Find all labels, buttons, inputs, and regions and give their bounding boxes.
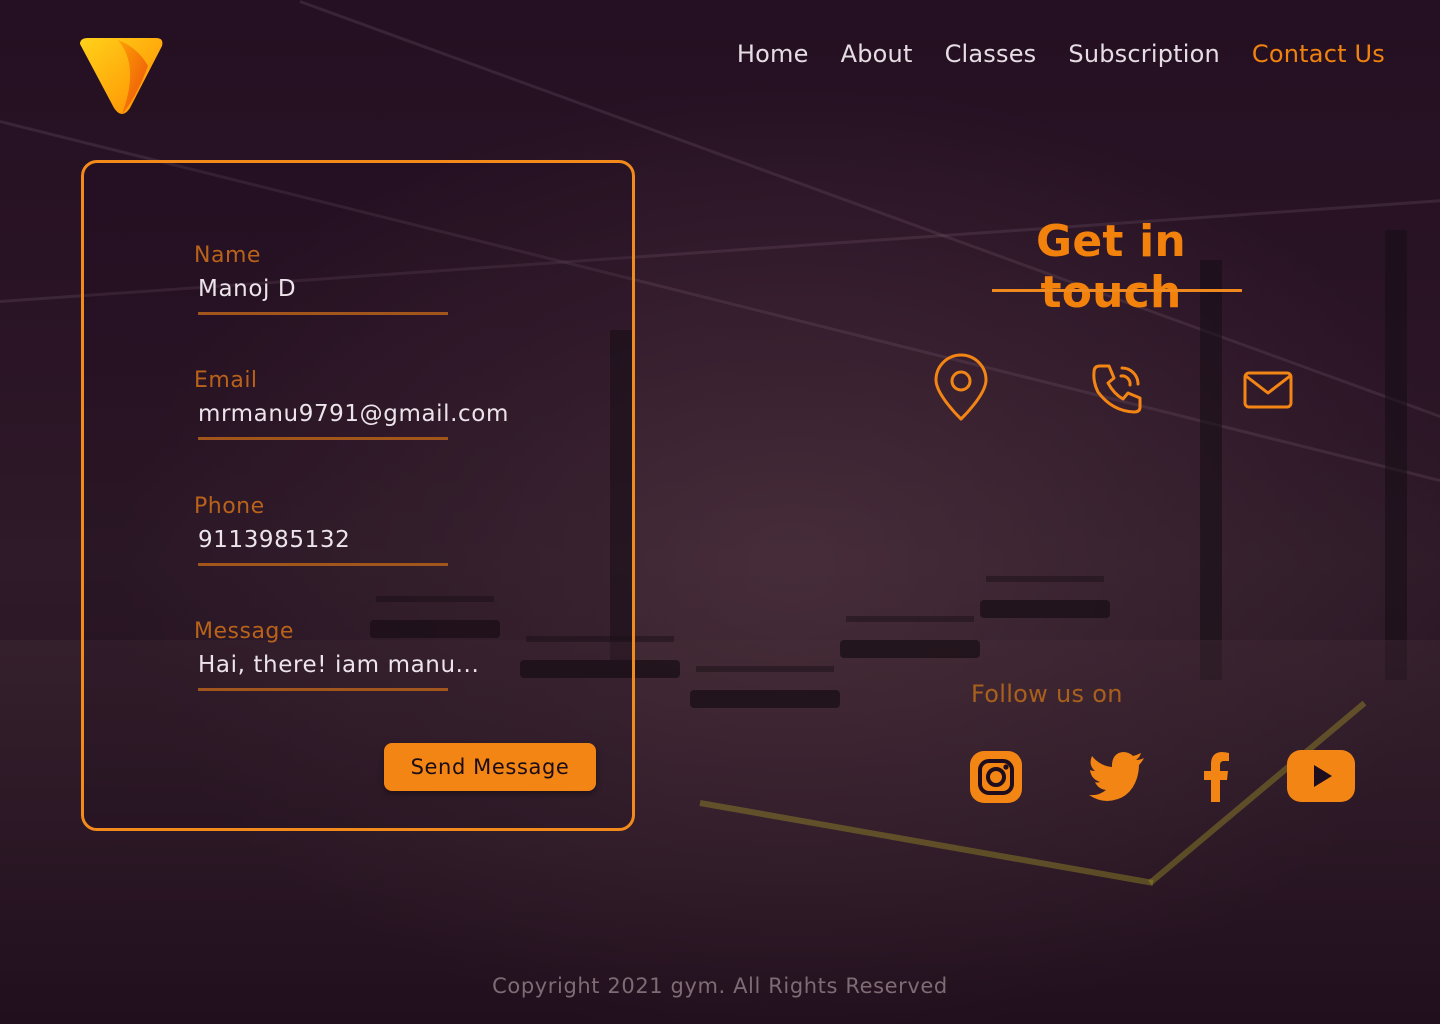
facebook-icon[interactable] bbox=[1202, 752, 1230, 802]
name-field: Name Manoj D bbox=[194, 243, 554, 315]
follow-us-heading: Follow us on bbox=[971, 680, 1123, 708]
message-field: Message Hai, there! iam manu... bbox=[194, 619, 554, 691]
phone-field: Phone 9113985132 bbox=[194, 494, 554, 566]
nav-contact-us[interactable]: Contact Us bbox=[1252, 40, 1385, 68]
message-underline bbox=[198, 688, 448, 691]
name-input[interactable]: Manoj D bbox=[198, 276, 554, 302]
copyright-text: Copyright 2021 gym. All Rights Reserved bbox=[492, 974, 948, 998]
get-in-touch-title: Get in touch bbox=[1036, 216, 1186, 318]
email-underline bbox=[198, 437, 448, 440]
email-label: Email bbox=[194, 368, 258, 393]
mail-icon[interactable] bbox=[1242, 369, 1294, 411]
nav-about[interactable]: About bbox=[841, 40, 913, 68]
get-in-touch-underline bbox=[992, 289, 1242, 292]
message-input[interactable]: Hai, there! iam manu... bbox=[198, 652, 554, 678]
name-label: Name bbox=[194, 243, 261, 268]
instagram-icon[interactable] bbox=[968, 749, 1024, 805]
nav-classes[interactable]: Classes bbox=[945, 40, 1037, 68]
message-label: Message bbox=[194, 619, 294, 644]
name-underline bbox=[198, 312, 448, 315]
main-nav: Home About Classes Subscription Contact … bbox=[737, 40, 1385, 68]
brand-logo-icon[interactable] bbox=[78, 36, 166, 116]
nav-home[interactable]: Home bbox=[737, 40, 809, 68]
youtube-icon[interactable] bbox=[1286, 749, 1356, 803]
phone-icon[interactable] bbox=[1090, 362, 1144, 416]
contact-form-card: Name Manoj D Email mrmanu9791@gmail.com … bbox=[81, 160, 635, 831]
phone-input[interactable]: 9113985132 bbox=[198, 527, 554, 553]
email-field: Email mrmanu9791@gmail.com bbox=[194, 368, 554, 440]
phone-underline bbox=[198, 563, 448, 566]
send-message-button[interactable]: Send Message bbox=[384, 743, 596, 791]
location-pin-icon[interactable] bbox=[930, 353, 992, 423]
nav-subscription[interactable]: Subscription bbox=[1068, 40, 1220, 68]
phone-label: Phone bbox=[194, 494, 265, 519]
email-input[interactable]: mrmanu9791@gmail.com bbox=[198, 401, 554, 427]
twitter-icon[interactable] bbox=[1088, 752, 1146, 802]
